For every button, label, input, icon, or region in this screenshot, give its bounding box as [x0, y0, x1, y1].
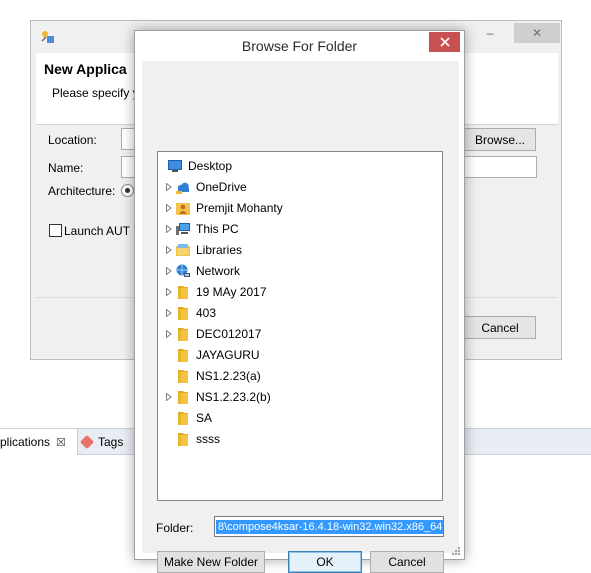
- tree-item-label: JAYAGURU: [196, 347, 260, 362]
- dialog-title: Browse For Folder: [241, 38, 358, 54]
- make-new-folder-button[interactable]: Make New Folder: [157, 551, 265, 573]
- launch-aut-checkbox[interactable]: [49, 224, 62, 237]
- tree-item-label: NS1.2.23.2(b): [196, 389, 271, 404]
- browse-for-folder-dialog: Browse For Folder Desktop OneDrive Premjit…: [134, 30, 465, 573]
- folder-icon: [175, 284, 191, 300]
- tree-item[interactable]: NS1.2.23(a): [164, 365, 261, 386]
- expand-arrow-icon[interactable]: [164, 203, 174, 213]
- expand-arrow-icon[interactable]: [164, 287, 174, 297]
- tree-item[interactable]: OneDrive: [164, 176, 247, 197]
- tree-item[interactable]: DEC012017: [164, 323, 261, 344]
- tree-item-label: This PC: [196, 221, 239, 236]
- folder-tree[interactable]: Desktop OneDrive Premjit Mohanty This PC Lib…: [157, 151, 443, 501]
- folder-icon: [175, 431, 191, 447]
- window-close-button[interactable]: ✕: [514, 23, 560, 43]
- dialog-close-button[interactable]: [429, 32, 460, 52]
- folder-label: Folder:: [156, 521, 194, 535]
- tree-item[interactable]: 19 MAy 2017: [164, 281, 267, 302]
- tree-item-label: Network: [196, 263, 241, 278]
- folder-path-value: 8\compose4ksar-16.4.18-win32.win32.x86_6…: [215, 518, 443, 535]
- ok-button[interactable]: OK: [288, 551, 362, 573]
- tree-item[interactable]: Desktop: [164, 155, 232, 176]
- tree-item[interactable]: ssss: [164, 428, 220, 449]
- cancel-button[interactable]: Cancel: [370, 551, 444, 573]
- tree-item[interactable]: This PC: [164, 218, 239, 239]
- folder-icon: [175, 368, 191, 384]
- tree-item[interactable]: SA: [164, 407, 212, 428]
- wizard-cancel-button[interactable]: Cancel: [464, 316, 536, 339]
- expand-arrow-icon[interactable]: [164, 308, 174, 318]
- tree-item[interactable]: 403: [164, 302, 216, 323]
- tree-item-label: 19 MAy 2017: [196, 284, 267, 299]
- architecture-label: Architecture:: [48, 184, 116, 198]
- folder-icon: [175, 410, 191, 426]
- tree-item-label: NS1.2.23(a): [196, 368, 261, 383]
- launch-aut-label: Launch AUT: [64, 224, 131, 238]
- tree-item[interactable]: NS1.2.23.2(b): [164, 386, 271, 407]
- desktop-icon: [167, 158, 183, 174]
- wizard-title: New Applica: [44, 61, 127, 77]
- tag-icon: [79, 434, 95, 450]
- tree-item-label: Desktop: [188, 158, 233, 173]
- expand-arrow-icon[interactable]: [164, 182, 174, 192]
- name-label: Name:: [48, 161, 84, 175]
- tab-applications[interactable]: plications ☒: [0, 429, 78, 455]
- computer-icon: [175, 221, 191, 237]
- location-label: Location:: [48, 133, 97, 147]
- tab-applications-label: plications: [0, 435, 51, 449]
- expand-arrow-icon[interactable]: [164, 266, 174, 276]
- expand-arrow-icon[interactable]: [164, 245, 174, 255]
- folder-icon: [175, 389, 191, 405]
- cloud-icon: [175, 179, 191, 195]
- expand-arrow-icon[interactable]: [164, 224, 174, 234]
- dialog-body: Desktop OneDrive Premjit Mohanty This PC Lib…: [142, 61, 459, 573]
- minimize-button[interactable]: –: [467, 23, 513, 43]
- tree-item[interactable]: Premjit Mohanty: [164, 197, 283, 218]
- tree-item-label: ssss: [196, 431, 220, 446]
- wizard-subtitle: Please specify y: [52, 86, 139, 100]
- libraries-icon: [175, 242, 191, 258]
- tree-item-label: SA: [196, 410, 213, 425]
- tree-item-label: OneDrive: [196, 179, 247, 194]
- tree-item-label: 403: [196, 305, 217, 320]
- name-input-end[interactable]: [464, 156, 537, 178]
- folder-icon: [175, 326, 191, 342]
- tree-item-label: DEC012017: [196, 326, 262, 341]
- network-icon: [175, 263, 191, 279]
- tab-close-icon[interactable]: ☒: [56, 436, 66, 449]
- tree-item-label: Libraries: [196, 242, 243, 257]
- app-icon: [40, 29, 56, 45]
- tree-item[interactable]: JAYAGURU: [164, 344, 260, 365]
- tree-item[interactable]: Network: [164, 260, 240, 281]
- architecture-radio[interactable]: [121, 184, 134, 197]
- tree-item[interactable]: Libraries: [164, 239, 242, 260]
- folder-path-input[interactable]: 8\compose4ksar-16.4.18-win32.win32.x86_6…: [214, 516, 444, 537]
- browse-button[interactable]: Browse...: [464, 128, 536, 151]
- tree-item-label: Premjit Mohanty: [196, 200, 283, 215]
- tab-tags-label: Tags: [98, 435, 124, 449]
- folder-icon: [175, 305, 191, 321]
- tab-tags[interactable]: Tags: [78, 429, 123, 455]
- folder-icon: [175, 347, 191, 363]
- resize-grip-icon[interactable]: [451, 546, 461, 556]
- expand-arrow-icon[interactable]: [164, 329, 174, 339]
- expand-arrow-icon[interactable]: [164, 392, 174, 402]
- close-icon: [439, 37, 450, 47]
- user-folder-icon: [175, 200, 191, 216]
